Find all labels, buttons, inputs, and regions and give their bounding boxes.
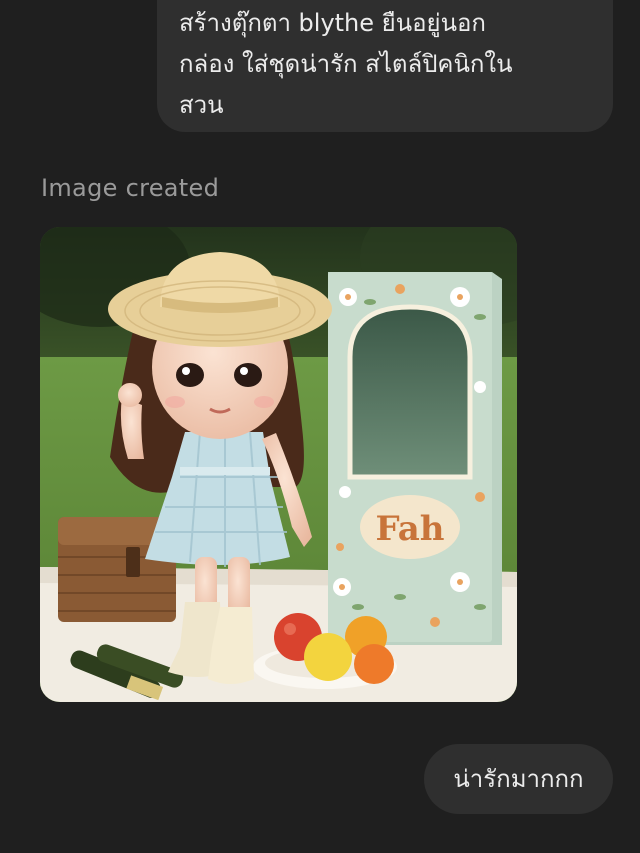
user-message-bubble[interactable]: สร้างตุ๊กตา blythe ยืนอยู่นอก กล่อง ใส่ช… [157, 0, 613, 132]
user-message-line: กล่อง ใส่ชุดน่ารัก สไตล์ปิคนิกใน [179, 50, 513, 78]
box-name-label: Fah [375, 509, 444, 549]
chat-thread: สร้างตุ๊กตา blythe ยืนอยู่นอก กล่อง ใส่ช… [0, 0, 640, 853]
user-message-line: สร้างตุ๊กตา blythe ยืนอยู่นอก [179, 9, 486, 37]
user-reply-bubble[interactable]: น่ารักมากกก [424, 744, 613, 814]
user-message-line: สวน [179, 91, 224, 119]
image-created-label: Image created [41, 174, 220, 202]
generated-image[interactable]: Fah [40, 227, 517, 702]
